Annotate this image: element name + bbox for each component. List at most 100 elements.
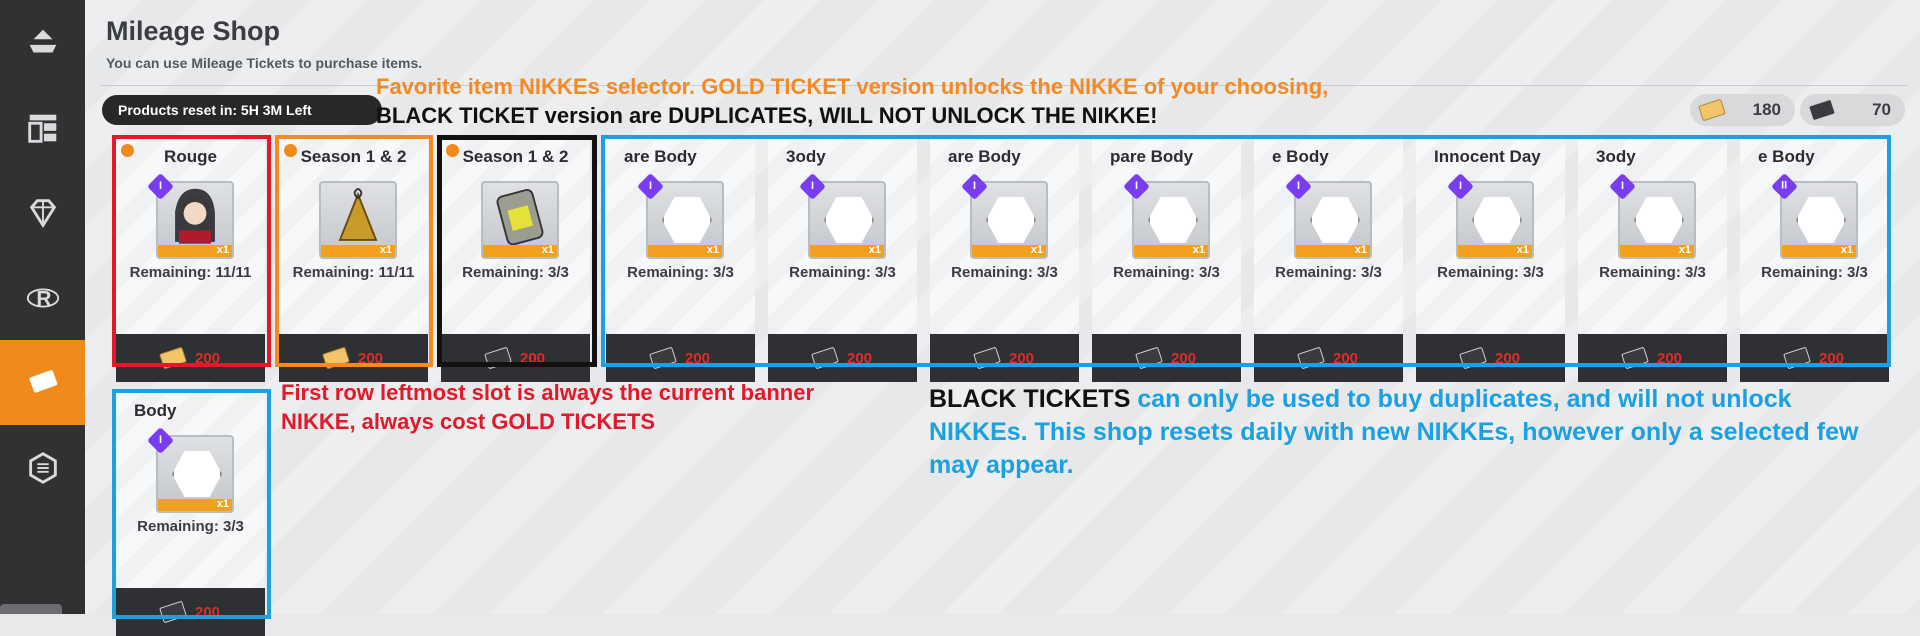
- product-card[interactable]: 3ody x1 I Remaining: 3/3 200: [768, 139, 917, 382]
- product-thumbnail: x1: [319, 181, 397, 259]
- sidebar-item-mileage[interactable]: [0, 340, 95, 425]
- remaining-count: Remaining: 3/3: [951, 264, 1058, 281]
- quantity-label: x1: [216, 244, 229, 256]
- gold-ticket-icon: [1698, 98, 1726, 122]
- class-badge-label: I: [1134, 180, 1139, 192]
- quantity-label: x1: [1678, 244, 1691, 256]
- black-ticket-icon: [1621, 346, 1649, 370]
- quantity-label: x1: [379, 244, 392, 256]
- class-badge-label: I: [1458, 180, 1463, 192]
- remaining-count: Remaining: 11/11: [129, 264, 252, 281]
- price-label: 200: [684, 349, 711, 367]
- product-card[interactable]: e Body x1 I Remaining: 3/3 200: [1254, 139, 1403, 382]
- sidebar-bottom-handle[interactable]: [0, 604, 62, 614]
- buy-button[interactable]: 200: [606, 334, 755, 382]
- product-card[interactable]: 3ody x1 I Remaining: 3/3 200: [1578, 139, 1727, 382]
- buy-button[interactable]: 200: [1740, 334, 1889, 382]
- black-ticket-icon: [1783, 346, 1811, 370]
- product-card[interactable]: Body x1 I Remaining: 3/3 200: [116, 393, 265, 636]
- product-card[interactable]: are Body x1 I Remaining: 3/3 200: [606, 139, 755, 382]
- black-ticket-icon: [1459, 346, 1487, 370]
- sidebar-item-hex[interactable]: [0, 425, 85, 510]
- ticket-icon: [29, 369, 57, 393]
- hexagon-icon: [28, 451, 57, 484]
- class-badge-label: I: [648, 180, 653, 192]
- product-name: pare Body: [1110, 147, 1194, 166]
- product-name: Rouge: [164, 147, 217, 166]
- remaining-count: Remaining: 3/3: [137, 518, 244, 535]
- svg-text:R: R: [36, 287, 51, 310]
- black-ticket-icon: [484, 346, 512, 370]
- product-name: 3ody: [1596, 147, 1636, 166]
- annotation-black-ticket: BLACK TICKET version are DUPLICATES, WIL…: [376, 103, 1158, 128]
- price-label: 200: [194, 349, 221, 367]
- product-card[interactable]: Season 1 & 2 x1 Remaining: 11/11 200: [279, 139, 428, 382]
- buy-button[interactable]: 200: [930, 334, 1079, 382]
- black-ticket-count: 70: [1872, 100, 1891, 119]
- limited-time-icon: [446, 144, 459, 157]
- stack-icon: [29, 29, 56, 52]
- buy-button[interactable]: 200: [1416, 334, 1565, 382]
- product-card[interactable]: Season 1 & 2 x1 Remaining: 3/3 200: [441, 139, 590, 382]
- remaining-count: Remaining: 11/11: [292, 264, 415, 281]
- buy-button[interactable]: 200: [441, 334, 590, 382]
- product-card[interactable]: pare Body x1 I Remaining: 3/3 200: [1092, 139, 1241, 382]
- price-label: 200: [846, 349, 873, 367]
- product-name: are Body: [948, 147, 1021, 166]
- class-badge-label: I: [810, 180, 815, 192]
- class-badge-label: I: [1620, 180, 1625, 192]
- character-hex-portrait-icon: [986, 197, 1036, 243]
- sidebar: R: [0, 0, 95, 614]
- annotation-gold-ticket: Favorite item NIKKEs selector. GOLD TICK…: [376, 74, 1329, 99]
- quantity-label: x1: [1030, 244, 1043, 256]
- buy-button[interactable]: 200: [116, 588, 265, 636]
- product-name: 3ody: [786, 147, 826, 166]
- class-badge-label: II: [1781, 180, 1788, 192]
- remaining-count: Remaining: 3/3: [627, 264, 734, 281]
- character-hex-portrait-icon: [1310, 197, 1360, 243]
- product-card[interactable]: are Body x1 I Remaining: 3/3 200: [930, 139, 1079, 382]
- buy-button[interactable]: 200: [116, 334, 265, 382]
- class-badge-label: I: [158, 434, 163, 446]
- class-badge-label: I: [972, 180, 977, 192]
- black-ticket-icon: [649, 346, 677, 370]
- remaining-count: Remaining: 3/3: [1275, 264, 1382, 281]
- remaining-count: Remaining: 3/3: [1437, 264, 1544, 281]
- product-card[interactable]: e Body x1 II Remaining: 3/3 200: [1740, 139, 1889, 382]
- reset-timer: Products reset in: 5H 3M Left: [102, 95, 382, 125]
- class-badge-label: I: [158, 180, 163, 192]
- product-name: e Body: [1272, 147, 1329, 166]
- buy-button[interactable]: 200: [1578, 334, 1727, 382]
- price-label: 200: [1818, 349, 1845, 367]
- sidebar-item-gems[interactable]: [0, 170, 85, 255]
- buy-button[interactable]: 200: [1254, 334, 1403, 382]
- r-logo-icon: R: [26, 287, 59, 310]
- gold-ticket-icon: [322, 346, 350, 370]
- annotation-black-tickets-lead: BLACK TICKETS: [929, 385, 1131, 413]
- gold-ticket-counter: 180: [1690, 94, 1795, 126]
- buy-button[interactable]: 200: [1092, 334, 1241, 382]
- annotation-banner-slot: First row leftmost slot is always the cu…: [281, 380, 815, 435]
- sidebar-item-layout[interactable]: [0, 85, 85, 170]
- price-label: 200: [1494, 349, 1521, 367]
- buy-button[interactable]: 200: [279, 334, 428, 382]
- black-ticket-icon: [811, 346, 839, 370]
- limited-time-icon: [121, 144, 134, 157]
- price-label: 200: [194, 603, 221, 621]
- page-title: Mileage Shop: [106, 16, 281, 46]
- black-ticket-icon: [1808, 98, 1836, 122]
- page-subtitle: You can use Mileage Tickets to purchase …: [106, 55, 423, 71]
- annotation-black-tickets: BLACK TICKETS can only be used to buy du…: [929, 383, 1879, 482]
- price-label: 200: [1656, 349, 1683, 367]
- sidebar-item-r-shop[interactable]: R: [0, 255, 85, 340]
- limited-time-icon: [284, 144, 297, 157]
- character-hex-portrait-icon: [1796, 197, 1846, 243]
- remaining-count: Remaining: 3/3: [789, 264, 896, 281]
- product-name: Season 1 & 2: [462, 147, 569, 166]
- buy-button[interactable]: 200: [768, 334, 917, 382]
- sidebar-item-stack[interactable]: [0, 0, 85, 85]
- quantity-label: x1: [1354, 244, 1367, 256]
- product-card[interactable]: Rouge x1 I Remaining: 11/11 200: [116, 139, 265, 382]
- product-card[interactable]: Innocent Day x1 I Remaining: 3/3 200: [1416, 139, 1565, 382]
- gold-ticket-icon: [159, 346, 187, 370]
